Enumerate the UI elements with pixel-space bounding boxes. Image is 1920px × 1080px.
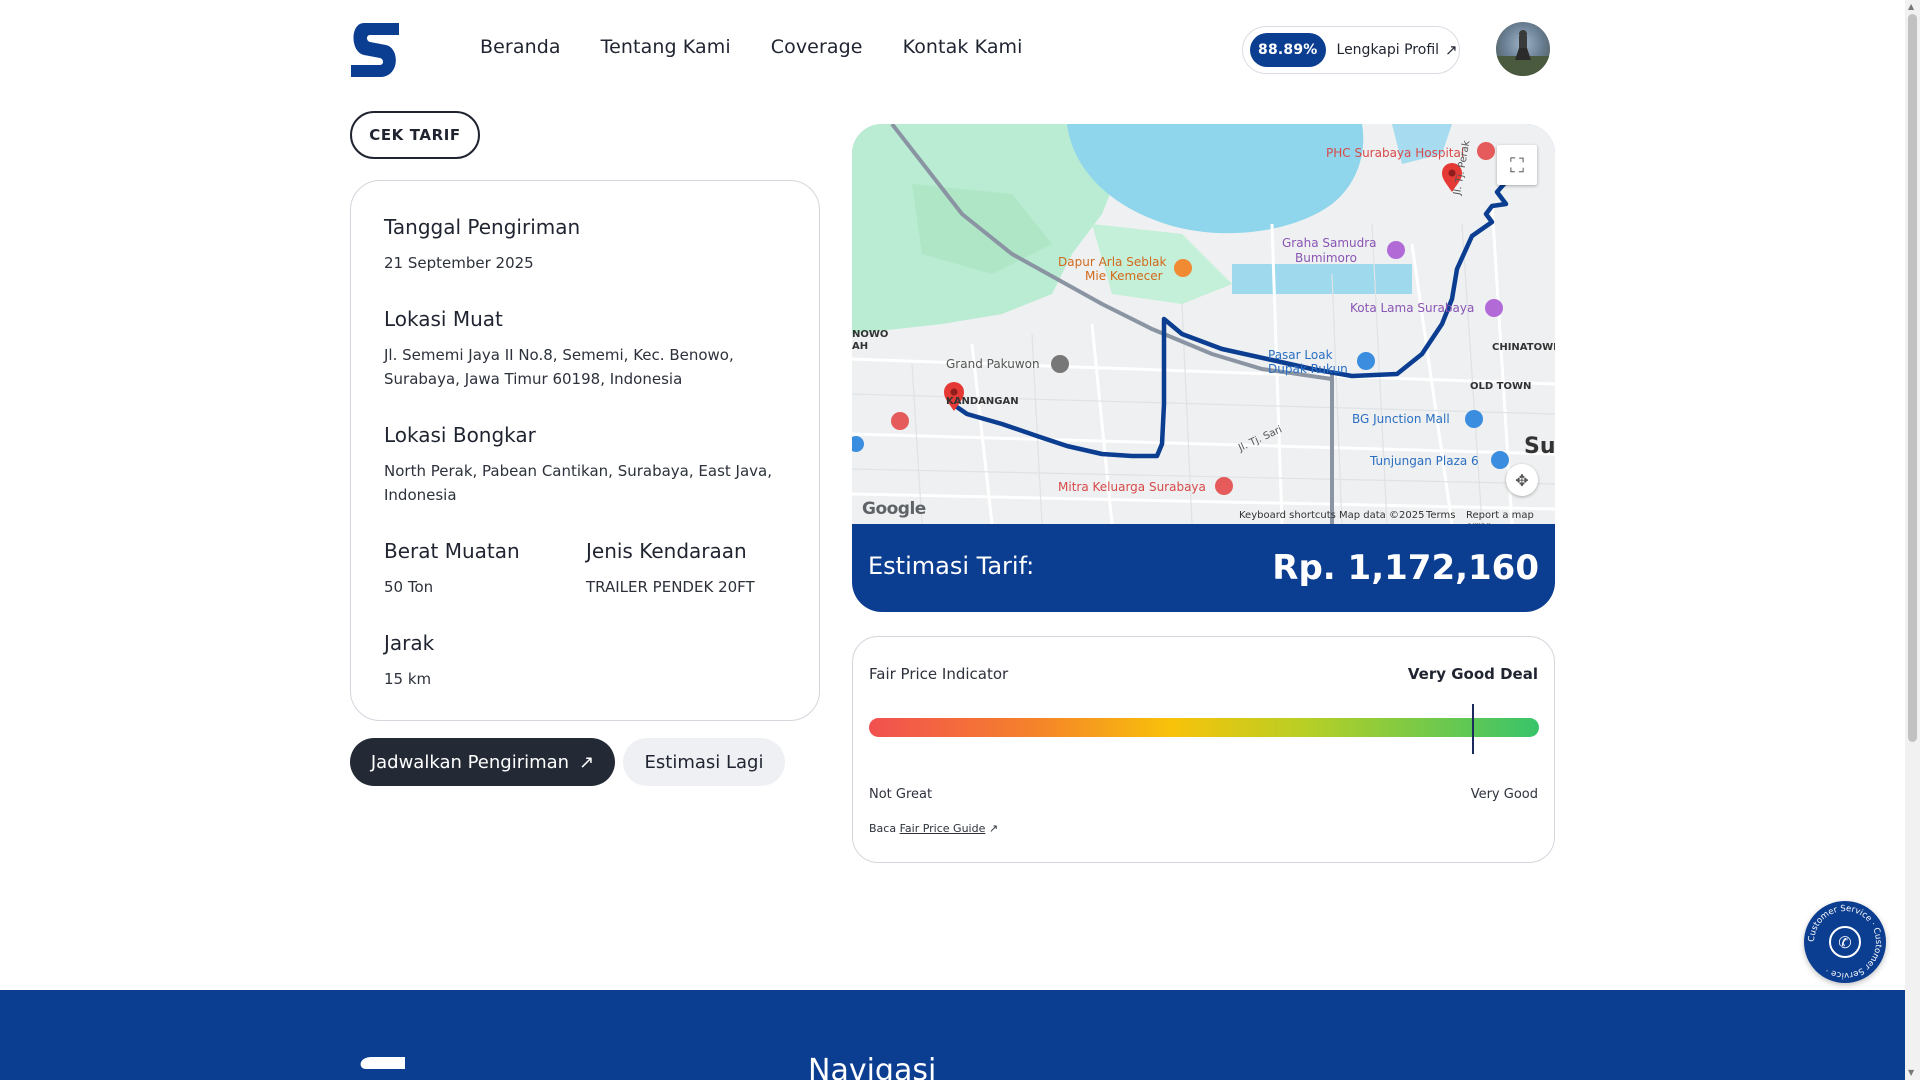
schedule-shipment-button[interactable]: Jadwalkan Pengiriman ↗ xyxy=(350,738,615,786)
nav-coverage[interactable]: Coverage xyxy=(771,36,863,58)
avatar[interactable] xyxy=(1496,22,1550,76)
lokasi-muat-label: Lokasi Muat xyxy=(384,307,503,331)
map-label-surabaya: Su xyxy=(1524,434,1555,459)
scrollbar-thumb[interactable] xyxy=(1908,14,1917,742)
map-label-dapur: Dapur Arla Seblak xyxy=(1058,255,1167,269)
keyboard-shortcuts-link[interactable]: Keyboard shortcuts xyxy=(1239,510,1336,521)
tanggal-value: 21 September 2025 xyxy=(384,254,534,272)
complete-profile-button[interactable]: 88.89% Lengkapi Profil ↗ xyxy=(1242,26,1460,74)
map-label-grand-pakuwon: Grand Pakuwon xyxy=(946,357,1040,371)
site-footer: Navigasi xyxy=(0,990,1905,1080)
map-label-graha: Graha Samudra xyxy=(1282,236,1377,250)
map-label-nowo: NOWO xyxy=(852,329,889,340)
footer-brand-logo xyxy=(360,1057,405,1069)
map-label-chinatown: CHINATOWN xyxy=(1492,342,1555,353)
jarak-label: Jarak xyxy=(384,631,435,655)
map-label-ah: AH xyxy=(852,341,869,352)
fair-price-card: Fair Price Indicator Very Good Deal Not … xyxy=(852,636,1555,863)
arrow-up-right-icon: ↗ xyxy=(988,822,999,835)
customer-service-chat-button[interactable]: Customer Service · Customer Service · ✆ xyxy=(1804,901,1886,983)
jenis-kendaraan-value: TRAILER PENDEK 20FT xyxy=(586,578,755,596)
main-nav: Beranda Tentang Kami Coverage Kontak Kam… xyxy=(480,36,1023,58)
tanggal-label: Tanggal Pengiriman xyxy=(384,215,581,239)
lokasi-muat-value: Jl. Sememi Jaya II No.8, Sememi, Kec. Be… xyxy=(384,346,734,388)
route-map[interactable]: PHC Surabaya Hospital Graha Samudra Bumi… xyxy=(852,124,1555,524)
lokasi-bongkar-label: Lokasi Bongkar xyxy=(384,423,536,447)
estimate-panel: PHC Surabaya Hospital Graha Samudra Bumi… xyxy=(852,124,1555,612)
fair-price-guide-prefix: Baca xyxy=(869,822,897,835)
fair-price-deal: Very Good Deal xyxy=(1407,665,1538,683)
map-label-mie: Mie Kemecer xyxy=(1085,269,1163,283)
arrow-up-right-icon: ↗ xyxy=(1445,41,1458,59)
fair-price-bar xyxy=(869,704,1539,754)
fair-price-min-label: Not Great xyxy=(869,787,933,802)
estimate-again-button[interactable]: Estimasi Lagi xyxy=(623,738,785,786)
map-label-old-town: OLD TOWN xyxy=(1470,381,1532,392)
page: Beranda Tentang Kami Coverage Kontak Kam… xyxy=(0,0,1920,1080)
nav-tentang-kami[interactable]: Tentang Kami xyxy=(601,36,731,58)
fullscreen-button[interactable]: ⛶ xyxy=(1497,145,1537,185)
map-label-bg-junction: BG Junction Mall xyxy=(1352,412,1450,426)
nav-kontak-kami[interactable]: Kontak Kami xyxy=(903,36,1023,58)
map-attribution: Keyboard shortcuts Map data ©2025 Terms … xyxy=(852,509,1555,524)
report-map-error-link[interactable]: Report a map error xyxy=(1466,510,1555,524)
scroll-up-icon[interactable]: ▲ xyxy=(1908,2,1914,11)
map-label-dupak-rukun: Dupak Rukun xyxy=(1268,362,1348,376)
scroll-down-icon[interactable]: ▼ xyxy=(1908,1068,1914,1077)
jenis-kendaraan-field: Jenis Kendaraan TRAILER PENDEK 20FT xyxy=(586,539,755,599)
map-label-tunjungan: Tunjungan Plaza 6 xyxy=(1370,454,1479,468)
estimasi-tarif-value: Rp. 1,172,160 xyxy=(1272,548,1539,588)
profile-label: Lengkapi Profil xyxy=(1336,42,1440,58)
arrow-up-right-icon: ↗ xyxy=(579,751,595,773)
berat-field: Berat Muatan 50 Ton xyxy=(384,539,520,599)
map-label-kandangan: KANDANGAN xyxy=(946,396,1019,407)
brand-logo[interactable] xyxy=(350,21,400,79)
map-label-bumimoro: Bumimoro xyxy=(1295,251,1357,265)
jarak-value: 15 km xyxy=(384,670,432,688)
whatsapp-icon: ✆ xyxy=(1829,926,1861,958)
avatar-image xyxy=(1496,30,1550,76)
terms-link[interactable]: Terms xyxy=(1426,510,1455,521)
cek-tarif-button[interactable]: CEK TARIF xyxy=(350,111,480,159)
map-label-pasar-loak: Pasar Loak xyxy=(1268,348,1333,362)
fair-price-guide: Baca Fair Price Guide ↗ xyxy=(869,822,998,835)
nav-beranda[interactable]: Beranda xyxy=(480,36,561,58)
lokasi-bongkar-field: Lokasi Bongkar North Perak, Pabean Canti… xyxy=(384,423,789,507)
fair-price-guide-link[interactable]: Fair Price Guide xyxy=(900,822,986,835)
map-data-text: Map data ©2025 xyxy=(1339,510,1425,521)
jenis-kendaraan-label: Jenis Kendaraan xyxy=(586,539,747,563)
lokasi-muat-field: Lokasi Muat Jl. Sememi Jaya II No.8, Sem… xyxy=(384,307,784,391)
estimasi-tarif-label: Estimasi Tarif: xyxy=(868,552,1035,580)
map-camera-control[interactable]: ✥ xyxy=(1506,464,1538,496)
berat-value: 50 Ton xyxy=(384,578,434,596)
jarak-field: Jarak 15 km xyxy=(384,631,434,691)
map-label-phc: PHC Surabaya Hospital xyxy=(1326,146,1465,160)
lokasi-bongkar-value: North Perak, Pabean Cantikan, Surabaya, … xyxy=(384,462,772,504)
shipment-details-card: Tanggal Pengiriman 21 September 2025 Lok… xyxy=(350,180,820,721)
fair-price-title: Fair Price Indicator xyxy=(869,665,1009,683)
map-label-mitra: Mitra Keluarga Surabaya xyxy=(1058,480,1206,494)
map-label-kota-lama: Kota Lama Surabaya xyxy=(1350,301,1475,315)
fair-price-marker xyxy=(1472,704,1474,754)
schedule-shipment-label: Jadwalkan Pengiriman xyxy=(370,751,570,773)
profile-percent-badge: 88.89% xyxy=(1250,33,1326,67)
tanggal-field: Tanggal Pengiriman 21 September 2025 xyxy=(384,215,580,275)
fair-price-max-label: Very Good xyxy=(1470,787,1538,802)
berat-label: Berat Muatan xyxy=(384,539,520,563)
footer-nav-title: Navigasi xyxy=(808,1053,937,1080)
